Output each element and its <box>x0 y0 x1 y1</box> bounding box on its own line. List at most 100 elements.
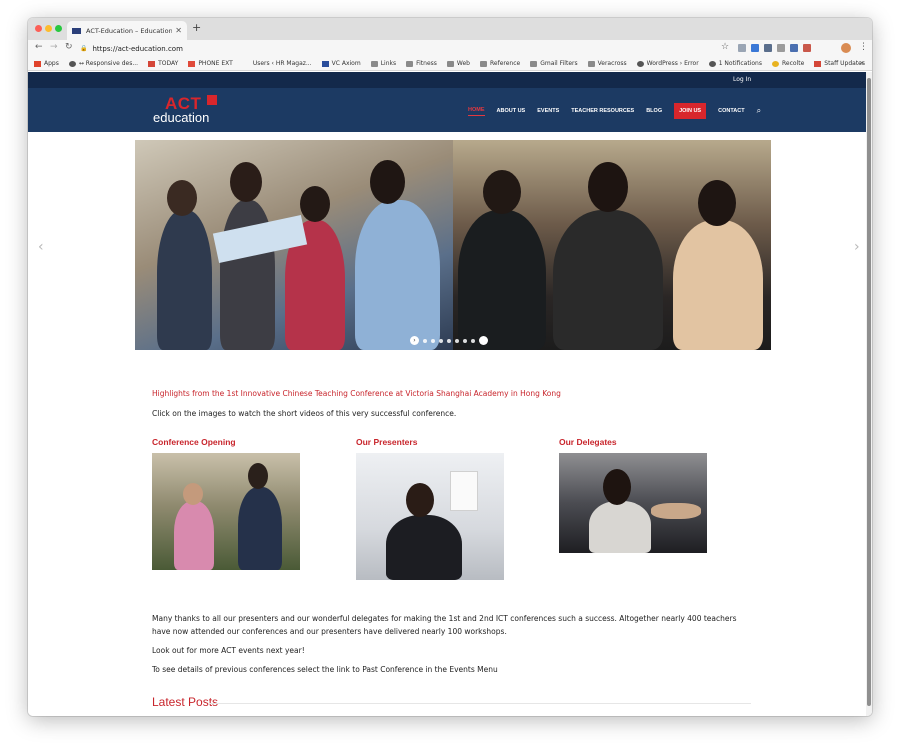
search-icon[interactable]: ⌕ <box>757 106 761 116</box>
site-logo[interactable]: ACT education <box>153 94 223 128</box>
lock-icon: 🔒 <box>80 45 88 52</box>
folder-icon <box>406 60 414 67</box>
bookmarks-more-icon[interactable]: » <box>860 59 864 67</box>
nav-events[interactable]: EVENTS <box>537 108 559 114</box>
maximize-window-button[interactable] <box>55 25 62 32</box>
extension-icon[interactable] <box>790 44 798 52</box>
bookmarks-bar: Apps ↔ Responsive des... TODAY PHONE EXT… <box>28 57 872 71</box>
look-out-paragraph: Look out for more ACT events next year! <box>152 646 305 655</box>
conference-opening-video-thumb[interactable] <box>152 453 300 570</box>
bookmark-fitness[interactable]: Fitness <box>406 60 437 67</box>
slider-dot[interactable] <box>455 338 459 343</box>
latest-posts-divider <box>209 703 751 704</box>
doc-icon <box>188 60 196 67</box>
logo-seal-icon <box>207 95 217 105</box>
globe-icon <box>708 60 716 67</box>
nav-blog[interactable]: BLOG <box>646 108 662 114</box>
browser-menu-icon[interactable]: ⋮ <box>859 42 868 52</box>
hero-slider[interactable]: › <box>135 140 771 350</box>
slider-dot[interactable] <box>431 338 435 343</box>
thanks-paragraph: Many thanks to all our presenters and ou… <box>152 614 737 636</box>
gmail-icon <box>148 60 156 67</box>
our-delegates-video-thumb[interactable] <box>559 453 707 553</box>
folder-icon <box>530 60 538 67</box>
nav-about-us[interactable]: ABOUT US <box>497 108 526 114</box>
slide-photo-teachers-reading <box>135 140 453 350</box>
recolte-icon <box>771 60 779 67</box>
our-presenters-video-thumb[interactable] <box>356 453 504 580</box>
back-icon[interactable]: ← <box>35 42 43 52</box>
forward-icon[interactable]: → <box>50 42 58 52</box>
extension-icon[interactable] <box>751 44 759 52</box>
join-us-button[interactable]: JOIN US <box>674 103 707 119</box>
profile-avatar-icon[interactable] <box>841 43 851 53</box>
nav-contact[interactable]: CONTACT <box>718 108 744 114</box>
past-conference-paragraph: To see details of previous conferences s… <box>152 665 498 674</box>
page-viewport: Log In ACT education HOME ABOUT US EVENT… <box>28 72 872 716</box>
bookmark-links[interactable]: Links <box>370 60 396 67</box>
scrollbar-thumb[interactable] <box>867 78 871 706</box>
page-scrollbar[interactable] <box>866 72 872 716</box>
latest-posts-heading: Latest Posts <box>152 695 219 709</box>
slider-play-icon[interactable]: › <box>410 336 419 345</box>
tab-strip: ACT-Education – Educational ✕ + <box>28 18 872 40</box>
bookmark-gmail-filters[interactable]: Gmail Filters <box>530 60 578 67</box>
slider-prev-icon[interactable]: ‹ <box>38 239 44 255</box>
bookmark-wordpress-error[interactable]: WordPress › Error <box>636 60 699 67</box>
folder-icon <box>446 60 454 67</box>
browser-window: ACT-Education – Educational ✕ + ← → ↻ 🔒 … <box>28 18 872 716</box>
bookmark-users-hr[interactable]: Users ‹ HR Magaz... <box>243 60 312 67</box>
extension-icon[interactable] <box>803 44 811 52</box>
nav-home[interactable]: HOME <box>468 107 485 116</box>
highlight-heading: Highlights from the 1st Innovative Chine… <box>152 389 561 398</box>
close-tab-icon[interactable]: ✕ <box>175 26 182 35</box>
tab-title: ACT-Education – Educational <box>86 26 173 35</box>
extension-icon[interactable] <box>777 44 785 52</box>
blank-icon <box>243 61 250 67</box>
address-bar[interactable]: 🔒 https://act-education.com <box>80 42 735 55</box>
slider-dot[interactable] <box>463 338 467 343</box>
new-tab-icon[interactable]: + <box>192 21 201 34</box>
globe-icon <box>636 60 644 67</box>
extension-icon[interactable] <box>738 44 746 52</box>
our-presenters-title: Our Presenters <box>356 437 418 447</box>
main-nav: HOME ABOUT US EVENTS TEACHER RESOURCES B… <box>468 103 761 119</box>
browser-tab[interactable]: ACT-Education – Educational ✕ <box>67 21 187 40</box>
globe-icon <box>68 60 76 67</box>
slider-dot[interactable] <box>439 338 443 343</box>
bookmark-veracross[interactable]: Veracross <box>587 60 627 67</box>
bookmark-phone-ext[interactable]: PHONE EXT <box>188 60 233 67</box>
slider-dot[interactable] <box>471 338 475 343</box>
login-link[interactable]: Log In <box>733 76 751 83</box>
bookmark-web[interactable]: Web <box>446 60 470 67</box>
bookmark-star-icon[interactable]: ☆ <box>721 42 729 52</box>
slider-dot[interactable] <box>423 338 427 343</box>
site-top-bar: Log In <box>28 72 866 88</box>
slide-photo-teachers-talking <box>453 140 771 350</box>
bookmark-staff-updates[interactable]: Staff Updates <box>814 60 865 67</box>
bookmark-apps[interactable]: Apps <box>34 60 59 67</box>
reload-icon[interactable]: ↻ <box>65 42 73 52</box>
conference-opening-title: Conference Opening <box>152 437 236 447</box>
bookmark-vc-axiom[interactable]: VC Axiom <box>321 60 361 67</box>
extension-icons <box>738 44 811 52</box>
folder-icon <box>370 60 378 67</box>
bookmark-recolte[interactable]: Recolte <box>771 60 804 67</box>
bookmark-notifications[interactable]: 1 Notifications <box>708 60 762 67</box>
bookmark-today[interactable]: TODAY <box>148 60 178 67</box>
nav-teacher-resources[interactable]: TEACHER RESOURCES <box>571 108 634 114</box>
slider-next-icon[interactable]: › <box>854 239 860 255</box>
close-window-button[interactable] <box>35 25 42 32</box>
logo-education-text: education <box>153 110 210 125</box>
extension-icon[interactable] <box>764 44 772 52</box>
folder-icon <box>479 60 487 67</box>
v-icon <box>321 60 329 67</box>
bookmark-responsive[interactable]: ↔ Responsive des... <box>68 60 138 67</box>
our-delegates-title: Our Delegates <box>559 437 617 447</box>
slider-next-dot-icon[interactable] <box>479 336 488 345</box>
minimize-window-button[interactable] <box>45 25 52 32</box>
slider-dot[interactable] <box>447 338 451 343</box>
apps-icon <box>34 60 41 67</box>
url-text: https://act-education.com <box>92 44 183 53</box>
bookmark-reference[interactable]: Reference <box>479 60 520 67</box>
